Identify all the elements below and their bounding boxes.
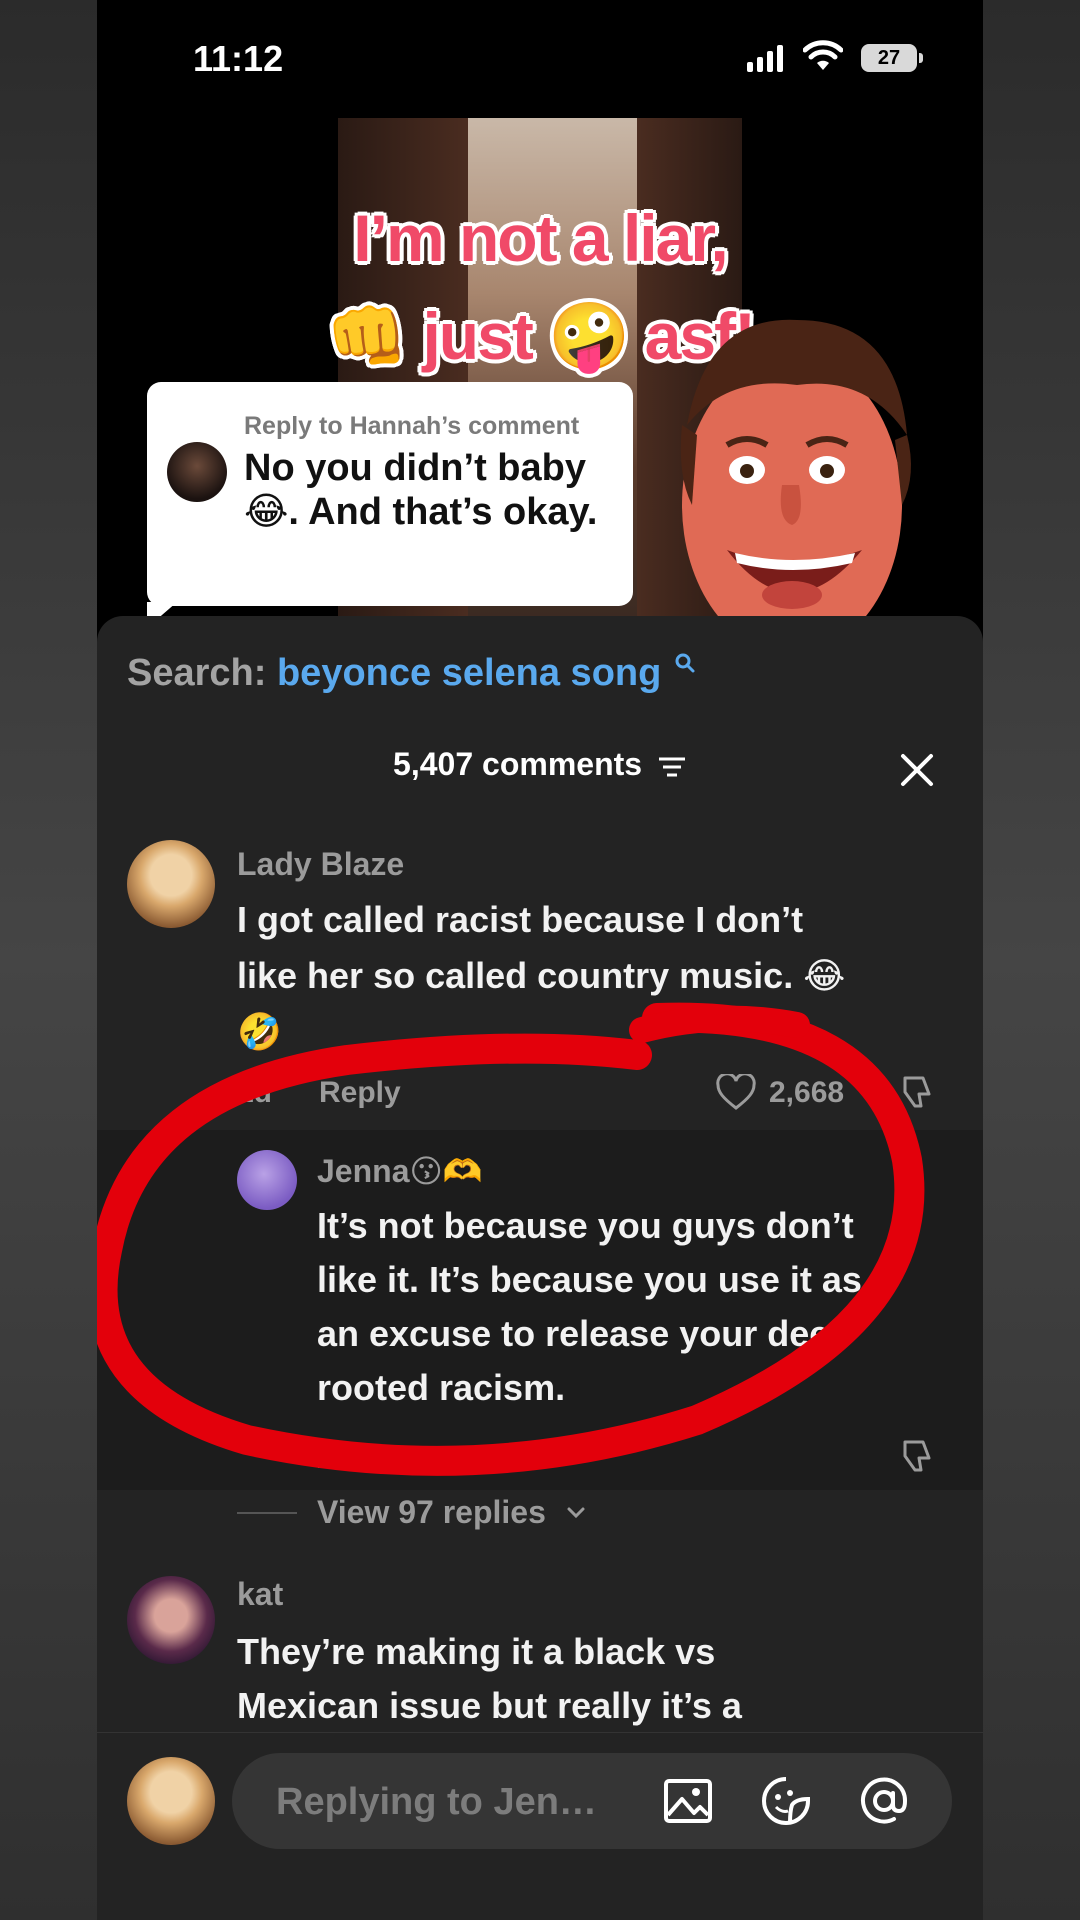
background-right <box>983 0 1080 1920</box>
comments-sheet: Search: beyonce selena song 5,407 commen… <box>97 616 983 1920</box>
heart-icon[interactable] <box>715 1074 757 1112</box>
search-term-link[interactable]: beyonce selena song <box>277 652 661 694</box>
background-left <box>0 0 97 1920</box>
avatar[interactable] <box>127 840 215 928</box>
comment-text-line: 🤣 <box>237 1011 282 1052</box>
search-icon <box>675 653 695 673</box>
avatar[interactable] <box>127 1576 215 1664</box>
comment-text-line: It’s not because you guys don’t <box>317 1205 854 1246</box>
comment-text-line: I got called racist because I don’t <box>237 899 804 940</box>
reply-button[interactable]: Reply <box>387 1442 469 1476</box>
comment-age: 25 <box>317 1442 351 1475</box>
comments-count: 5,407 comments <box>393 746 643 782</box>
comments-count-header: 5,407 comments <box>97 746 983 783</box>
reply-to-comment-bubble: Reply to Hannah’s comment No you didn’t … <box>147 382 633 628</box>
avatar[interactable] <box>237 1150 297 1210</box>
comment-item: kat They’re making it a black vs Mexican… <box>97 1576 983 1736</box>
image-icon[interactable] <box>662 1775 714 1827</box>
dislike-icon[interactable] <box>897 1436 937 1476</box>
view-replies-button[interactable]: View 97 replies <box>237 1494 586 1531</box>
comment-text-line: rooted racism. <box>317 1367 566 1408</box>
comment-author[interactable]: Lady Blaze <box>237 846 404 883</box>
like-count: 2,668 <box>769 1076 845 1109</box>
filter-icon[interactable] <box>657 755 687 779</box>
chevron-down-icon <box>567 1507 585 1518</box>
phone-screen: 11:12 27 I’m not a liar, 👊 just 🤪 asf! R… <box>97 0 983 1920</box>
comment-text-line: like her so called country music. 😂 <box>237 955 846 996</box>
reply-item: Jenna😗🫶 It’s not because you guys don’t … <box>97 1130 983 1490</box>
comment-text-line: They’re making it a black vs <box>237 1631 716 1672</box>
avatar[interactable] <box>127 1757 215 1845</box>
reply-button[interactable]: Reply <box>319 1076 401 1110</box>
close-icon[interactable] <box>897 750 937 790</box>
comment-input[interactable]: Replying to Jen… <box>232 1753 952 1849</box>
reply-bubble-avatar <box>167 442 227 502</box>
video-overlay-text-line1: I’m not a liar, <box>352 200 729 276</box>
comment-text-line: Mexican issue but really it’s a <box>237 1685 742 1726</box>
dislike-icon[interactable] <box>897 1072 937 1112</box>
video-player[interactable]: I’m not a liar, 👊 just 🤪 asf! Reply to H… <box>97 0 983 655</box>
comment-text-line: an excuse to release your deep <box>317 1313 852 1354</box>
reply-bubble-heading: Reply to Hannah’s comment <box>244 412 580 440</box>
search-label: Search: <box>127 652 267 694</box>
comment-author[interactable]: kat <box>237 1576 283 1613</box>
comment-author[interactable]: Jenna😗🫶 <box>317 1152 483 1190</box>
reply-bubble-text: No you didn’t baby 😂. And that’s okay. <box>244 447 598 533</box>
divider <box>237 1511 297 1514</box>
view-replies-label: View 97 replies <box>317 1494 546 1530</box>
comment-age: 1d <box>237 1076 273 1109</box>
comment-text-line: like it. It’s because you use it as <box>317 1259 862 1300</box>
emoji-sticker-icon[interactable] <box>760 1775 812 1827</box>
comment-item: Lady Blaze I got called racist because I… <box>97 840 983 1140</box>
comment-input-placeholder: Replying to Jen… <box>276 1781 597 1823</box>
comment-input-bar: Replying to Jen… <box>97 1732 983 1920</box>
search-suggestion[interactable]: Search: beyonce selena song <box>127 652 696 695</box>
mention-icon[interactable] <box>858 1775 910 1827</box>
